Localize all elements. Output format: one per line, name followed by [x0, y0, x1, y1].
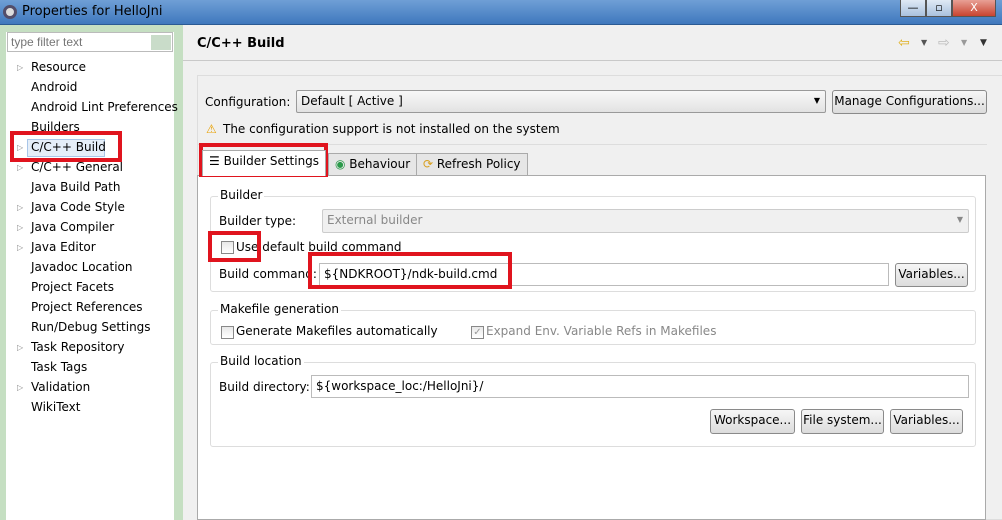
forward-arrow-icon[interactable]: ⇨	[938, 35, 950, 51]
sidebar-item[interactable]: Java Build Path	[31, 180, 120, 194]
highlight-box	[308, 252, 512, 289]
file-system-button[interactable]: File system...	[801, 409, 884, 434]
refresh-icon: ⟳	[423, 157, 437, 171]
highlight-box	[10, 131, 122, 162]
highlight-box	[208, 231, 261, 262]
view-menu-icon[interactable]: ▼	[980, 38, 987, 48]
expand-arrow-icon[interactable]: ▷	[17, 343, 23, 352]
sidebar-item[interactable]: Project References	[31, 300, 143, 314]
builder-type-select[interactable]: External builder ▼	[322, 209, 969, 233]
expand-arrow-icon[interactable]: ▷	[17, 243, 23, 252]
expand-env-checkbox[interactable]: ✓	[471, 326, 484, 339]
sidebar-item[interactable]: Task Tags	[31, 360, 87, 374]
chevron-down-icon: ▼	[813, 96, 820, 105]
group-label: Build location	[218, 354, 304, 368]
clear-filter-icon[interactable]	[151, 35, 171, 50]
window-title: Properties for HelloJni	[22, 4, 163, 19]
warning-text: The configuration support is not install…	[223, 122, 560, 136]
expand-env-label: Expand Env. Variable Refs in Makefiles	[486, 324, 717, 338]
tab-behaviour[interactable]: ◉ Behaviour	[328, 153, 418, 176]
sidebar-item[interactable]: Java Code Style	[31, 200, 125, 214]
back-arrow-icon[interactable]: ⇦	[898, 35, 910, 51]
generate-makefiles-label: Generate Makefiles automatically	[236, 324, 438, 338]
minimize-button[interactable]: —	[900, 0, 926, 17]
sidebar-item[interactable]: Android Lint Preferences	[31, 100, 178, 114]
expand-arrow-icon[interactable]: ▷	[17, 163, 23, 172]
maximize-button[interactable]: ▫	[926, 0, 952, 17]
builder-settings-icon: ☰	[209, 154, 224, 168]
forward-menu-icon[interactable]: ▼	[961, 38, 967, 47]
expand-arrow-icon[interactable]: ▷	[17, 63, 23, 72]
configuration-label: Configuration:	[205, 95, 291, 109]
generate-makefiles-checkbox[interactable]	[221, 326, 234, 339]
back-menu-icon[interactable]: ▼	[921, 38, 927, 47]
expand-arrow-icon[interactable]: ▷	[17, 223, 23, 232]
tab-label: Behaviour	[349, 157, 411, 171]
builder-type-value: External builder	[327, 213, 423, 227]
manage-configurations-button[interactable]: Manage Configurations...	[832, 90, 987, 114]
tab-builder-settings[interactable]: ☰ Builder Settings	[202, 150, 327, 176]
eclipse-icon	[3, 5, 17, 19]
close-button[interactable]: X	[952, 0, 996, 17]
tab-refresh-policy[interactable]: ⟳ Refresh Policy	[416, 153, 528, 176]
sidebar-item[interactable]: Javadoc Location	[31, 260, 132, 274]
sidebar-item[interactable]: Android	[31, 80, 77, 94]
variables-button[interactable]: Variables...	[895, 263, 968, 287]
workspace-button[interactable]: Workspace...	[710, 409, 795, 434]
sidebar-item[interactable]: Java Editor	[31, 240, 96, 254]
sidebar-item[interactable]: Resource	[31, 60, 86, 74]
tab-label: Refresh Policy	[436, 157, 521, 171]
configuration-select[interactable]: Default [ Active ] ▼	[296, 90, 826, 113]
builder-type-label: Builder type:	[219, 214, 297, 228]
sidebar-item[interactable]: Project Facets	[31, 280, 114, 294]
chevron-down-icon: ▼	[956, 215, 963, 224]
sidebar-item[interactable]: Validation	[31, 380, 90, 394]
group-label: Builder	[218, 188, 265, 202]
configuration-value: Default [ Active ]	[301, 94, 403, 108]
variables-button[interactable]: Variables...	[890, 409, 963, 434]
page-title: C/C++ Build	[197, 36, 285, 51]
sidebar-item[interactable]: WikiText	[31, 400, 81, 414]
expand-arrow-icon[interactable]: ▷	[17, 203, 23, 212]
warning-icon: ⚠	[206, 122, 217, 136]
build-directory-label: Build directory:	[219, 380, 310, 394]
sidebar-item[interactable]: Task Repository	[31, 340, 125, 354]
group-label: Makefile generation	[218, 302, 341, 316]
build-command-label: Build command:	[219, 267, 317, 281]
build-directory-input[interactable]: ${workspace_loc:/HelloJni}/	[311, 375, 969, 398]
sidebar-item[interactable]: C/C++ General	[31, 160, 123, 174]
filter-input[interactable]	[7, 32, 173, 52]
sidebar-item[interactable]: Run/Debug Settings	[31, 320, 151, 334]
sidebar-item[interactable]: Java Compiler	[31, 220, 114, 234]
tab-label: Builder Settings	[223, 154, 320, 168]
behaviour-icon: ◉	[335, 157, 350, 171]
expand-arrow-icon[interactable]: ▷	[17, 383, 23, 392]
divider	[183, 60, 1002, 61]
